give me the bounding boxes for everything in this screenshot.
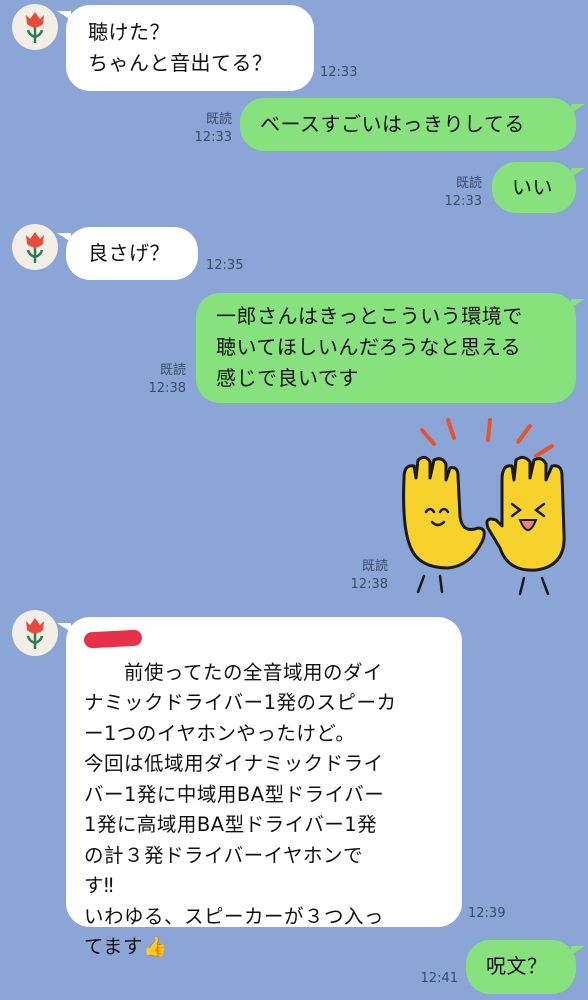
message-bubble[interactable]: 良さげ？ — [57, 227, 198, 280]
message-bubble[interactable]: 聴けた？ ちゃんと音出てる？ — [57, 5, 314, 91]
yellow-gloves-high-five-sticker[interactable] — [396, 416, 576, 602]
red-tulip-icon — [26, 232, 44, 263]
message-time: 12:33 — [444, 194, 482, 209]
redaction-mark — [83, 629, 143, 649]
avatar[interactable] — [12, 4, 58, 50]
avatar[interactable] — [12, 610, 58, 656]
message-bubble[interactable]: 前使ってたの全音域用のダイ ナミックドライバー1発のスピーカ ー1つのイヤホンや… — [57, 617, 462, 958]
message-time: 12:38 — [350, 577, 388, 592]
read-receipt: 既読 — [205, 112, 232, 127]
message-time: 12:38 — [148, 381, 186, 396]
message-bubble[interactable]: 呪文？ — [466, 940, 585, 994]
message-bubble[interactable]: ベースすごいはっきりしてる — [240, 98, 585, 151]
read-receipt: 既読 — [361, 559, 388, 574]
thumbs-up-icon: 👍 — [143, 935, 168, 958]
avatar[interactable] — [12, 224, 58, 270]
message-bubble[interactable]: 一郎さんはきっとこういう環境で 聴いてほしいんだろうなと思える 感じで良いです — [196, 293, 585, 403]
red-tulip-icon — [26, 12, 44, 43]
message-bubble[interactable]: いい — [492, 162, 585, 213]
message-time: 12:35 — [206, 258, 244, 273]
read-receipt: 既読 — [455, 176, 482, 191]
message-time: 12:33 — [194, 130, 232, 145]
read-receipt: 既読 — [159, 363, 186, 378]
message-time: 12:33 — [320, 65, 358, 80]
message-time: 12:39 — [468, 906, 506, 921]
message-text: 前使ってたの全音域用のダイ ナミックドライバー1発のスピーカ ー1つのイヤホンや… — [84, 660, 397, 959]
red-tulip-icon — [26, 618, 44, 649]
message-time: 12:41 — [420, 971, 458, 986]
